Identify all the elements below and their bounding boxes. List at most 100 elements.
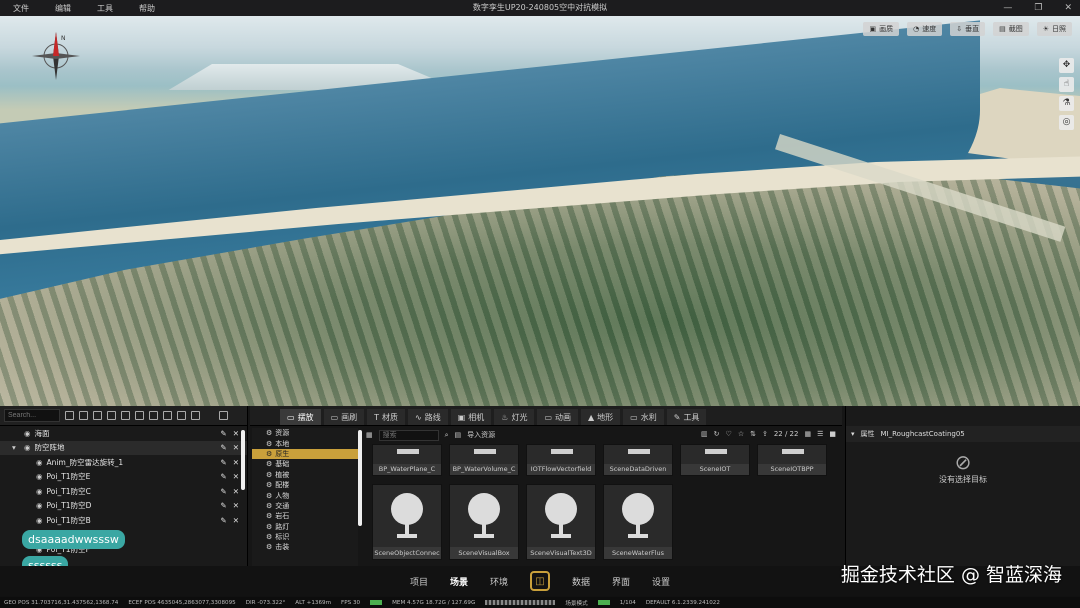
heart-icon[interactable]: ♡: [726, 430, 732, 438]
focus-icon[interactable]: [93, 411, 102, 420]
menu-help[interactable]: 帮助: [126, 3, 168, 14]
measure-icon[interactable]: ⚗: [1059, 96, 1074, 111]
eye-icon[interactable]: ◉: [36, 458, 43, 467]
minimize-button[interactable]: —: [1003, 3, 1012, 13]
export-icon[interactable]: [191, 411, 200, 420]
compass-icon[interactable]: N: [30, 30, 82, 82]
locate-icon[interactable]: ◎: [1059, 115, 1074, 130]
outliner-search-input[interactable]: [4, 409, 60, 422]
outliner-row[interactable]: ▾ ◉ 防空阵地 ✎ ✕: [0, 440, 247, 455]
tab-3[interactable]: ∿ 路线: [408, 409, 448, 425]
refresh-icon[interactable]: [65, 411, 74, 420]
tree-scrollbar[interactable]: [358, 430, 362, 526]
app-logo-icon[interactable]: ◫: [530, 571, 550, 591]
close-button[interactable]: ✕: [1064, 3, 1072, 13]
asset-card[interactable]: BP_WaterVolume_C: [449, 444, 519, 476]
tab-4[interactable]: ▣ 相机: [450, 409, 492, 425]
tree-item[interactable]: ⚙ 击装: [252, 542, 358, 552]
checkbox-icon[interactable]: [163, 411, 172, 420]
edit-icon[interactable]: ✎: [220, 429, 226, 438]
eye-icon[interactable]: ◉: [36, 472, 43, 481]
tree-item[interactable]: ⚙ 岩石: [252, 511, 358, 521]
eye-icon[interactable]: ◉: [36, 516, 43, 525]
tree-item[interactable]: ⚙ 资源: [252, 428, 358, 438]
delete-icon[interactable]: ✕: [233, 458, 239, 467]
large-view-icon[interactable]: ■: [829, 430, 836, 438]
collapse-icon[interactable]: ▾: [851, 430, 855, 438]
panel-icon[interactable]: [219, 411, 228, 420]
select-icon[interactable]: [79, 411, 88, 420]
nav-data[interactable]: 数据: [572, 575, 590, 588]
tree-item[interactable]: ⚙ 本地: [252, 438, 358, 448]
asset-card[interactable]: SceneIOTBPP: [757, 444, 827, 476]
delete-icon[interactable]: ✕: [233, 429, 239, 438]
eye-icon[interactable]: ◉: [24, 429, 31, 438]
tab-9[interactable]: ✎ 工具: [666, 409, 707, 425]
outliner-row[interactable]: ◉ 海面 ✎ ✕: [0, 426, 247, 441]
asset-card[interactable]: SceneVisualText3D: [526, 484, 596, 560]
quality-button[interactable]: ▣ 画质: [863, 22, 900, 36]
asset-card[interactable]: SceneWaterFlus: [603, 484, 673, 560]
asset-card[interactable]: SceneVisualBox: [449, 484, 519, 560]
eye-icon[interactable]: ◉: [36, 501, 43, 510]
tree-item[interactable]: ⚙ 交通: [252, 501, 358, 511]
edit-icon[interactable]: ✎: [220, 501, 226, 510]
tree-item[interactable]: ⚙ 原生: [252, 448, 358, 460]
menu-tools[interactable]: 工具: [84, 3, 126, 14]
outliner-row[interactable]: ◉ Poi_T1防空D ✎ ✕: [0, 499, 247, 514]
tab-0[interactable]: ▭ 摆放: [280, 409, 321, 425]
3d-viewport[interactable]: N ▣ 画质 ◔ 速度 ⇩ 垂直 ▤ 截图 ☀ 日照 ✥ ☝ ⚗ ◎: [0, 16, 1080, 406]
asset-card[interactable]: SceneObjectConnec: [372, 484, 442, 560]
asset-card[interactable]: BP_WaterPlane_C: [372, 444, 442, 476]
tree-item[interactable]: ⚙ 路灯: [252, 522, 358, 532]
search-icon[interactable]: ⌕: [445, 431, 449, 440]
upload-icon[interactable]: ⇪: [762, 430, 768, 438]
archive-icon[interactable]: [121, 411, 130, 420]
outliner-row[interactable]: ◉ Poi_T1防空E ✎ ✕: [0, 470, 247, 485]
tab-5[interactable]: ♨ 灯光: [494, 409, 535, 425]
delete-icon[interactable]: ✕: [233, 472, 239, 481]
folder-icon[interactable]: [107, 411, 116, 420]
edit-icon[interactable]: ✎: [220, 472, 226, 481]
eye-icon[interactable]: ◉: [24, 443, 31, 452]
asset-card[interactable]: SceneDataDriven: [603, 444, 673, 476]
move-icon[interactable]: ✥: [1059, 58, 1074, 73]
tree-item[interactable]: ⚙ 配楼: [252, 480, 358, 490]
import-button[interactable]: 导入资源: [467, 430, 495, 440]
nav-interface[interactable]: 界面: [612, 575, 630, 588]
tree-item[interactable]: ⚙ 人物: [252, 490, 358, 500]
sort-icon[interactable]: ⇅: [750, 430, 756, 438]
sunlight-button[interactable]: ☀ 日照: [1036, 22, 1072, 36]
eye-icon[interactable]: ◉: [36, 487, 43, 496]
nav-settings[interactable]: 设置: [652, 575, 670, 588]
edit-icon[interactable]: ✎: [220, 443, 226, 452]
asset-card[interactable]: SceneIOT: [680, 444, 750, 476]
list-icon[interactable]: [177, 411, 186, 420]
tab-7[interactable]: ▲ 地形: [581, 409, 621, 425]
refresh-icon[interactable]: ↻: [714, 430, 720, 438]
tab-1[interactable]: ▭ 画刷: [323, 409, 365, 425]
tree-item[interactable]: ⚙ 植被: [252, 470, 358, 480]
outliner-scrollbar[interactable]: [241, 430, 245, 490]
nav-project[interactable]: 项目: [410, 575, 428, 588]
list-view-icon[interactable]: ☰: [817, 430, 823, 438]
tab-2[interactable]: T 材质: [367, 409, 406, 425]
tab-8[interactable]: ▭ 水利: [623, 409, 664, 425]
maximize-button[interactable]: ❐: [1034, 3, 1042, 13]
outliner-row[interactable]: ◉ Poi_T1防空B ✎ ✕: [0, 513, 247, 528]
delete-icon[interactable]: ✕: [233, 487, 239, 496]
expand-arrow-icon[interactable]: ▾: [12, 443, 20, 452]
vertical-button[interactable]: ⇩ 垂直: [950, 22, 986, 36]
edit-icon[interactable]: ✎: [220, 487, 226, 496]
menu-file[interactable]: 文件: [0, 3, 42, 14]
delete-icon[interactable]: ✕: [233, 443, 239, 452]
hand-icon[interactable]: ☝: [1059, 77, 1074, 92]
trash-icon[interactable]: ▥: [701, 430, 708, 438]
asset-card[interactable]: IOTFlowVectorfield: [526, 444, 596, 476]
delete-icon[interactable]: ✕: [233, 501, 239, 510]
speed-button[interactable]: ◔ 速度: [907, 22, 943, 36]
copy-icon[interactable]: [149, 411, 158, 420]
outliner-row[interactable]: ◉ Poi_T1防空C ✎ ✕: [0, 484, 247, 499]
nav-scene[interactable]: 场景: [450, 575, 468, 588]
tab-6[interactable]: ▭ 动画: [537, 409, 579, 425]
